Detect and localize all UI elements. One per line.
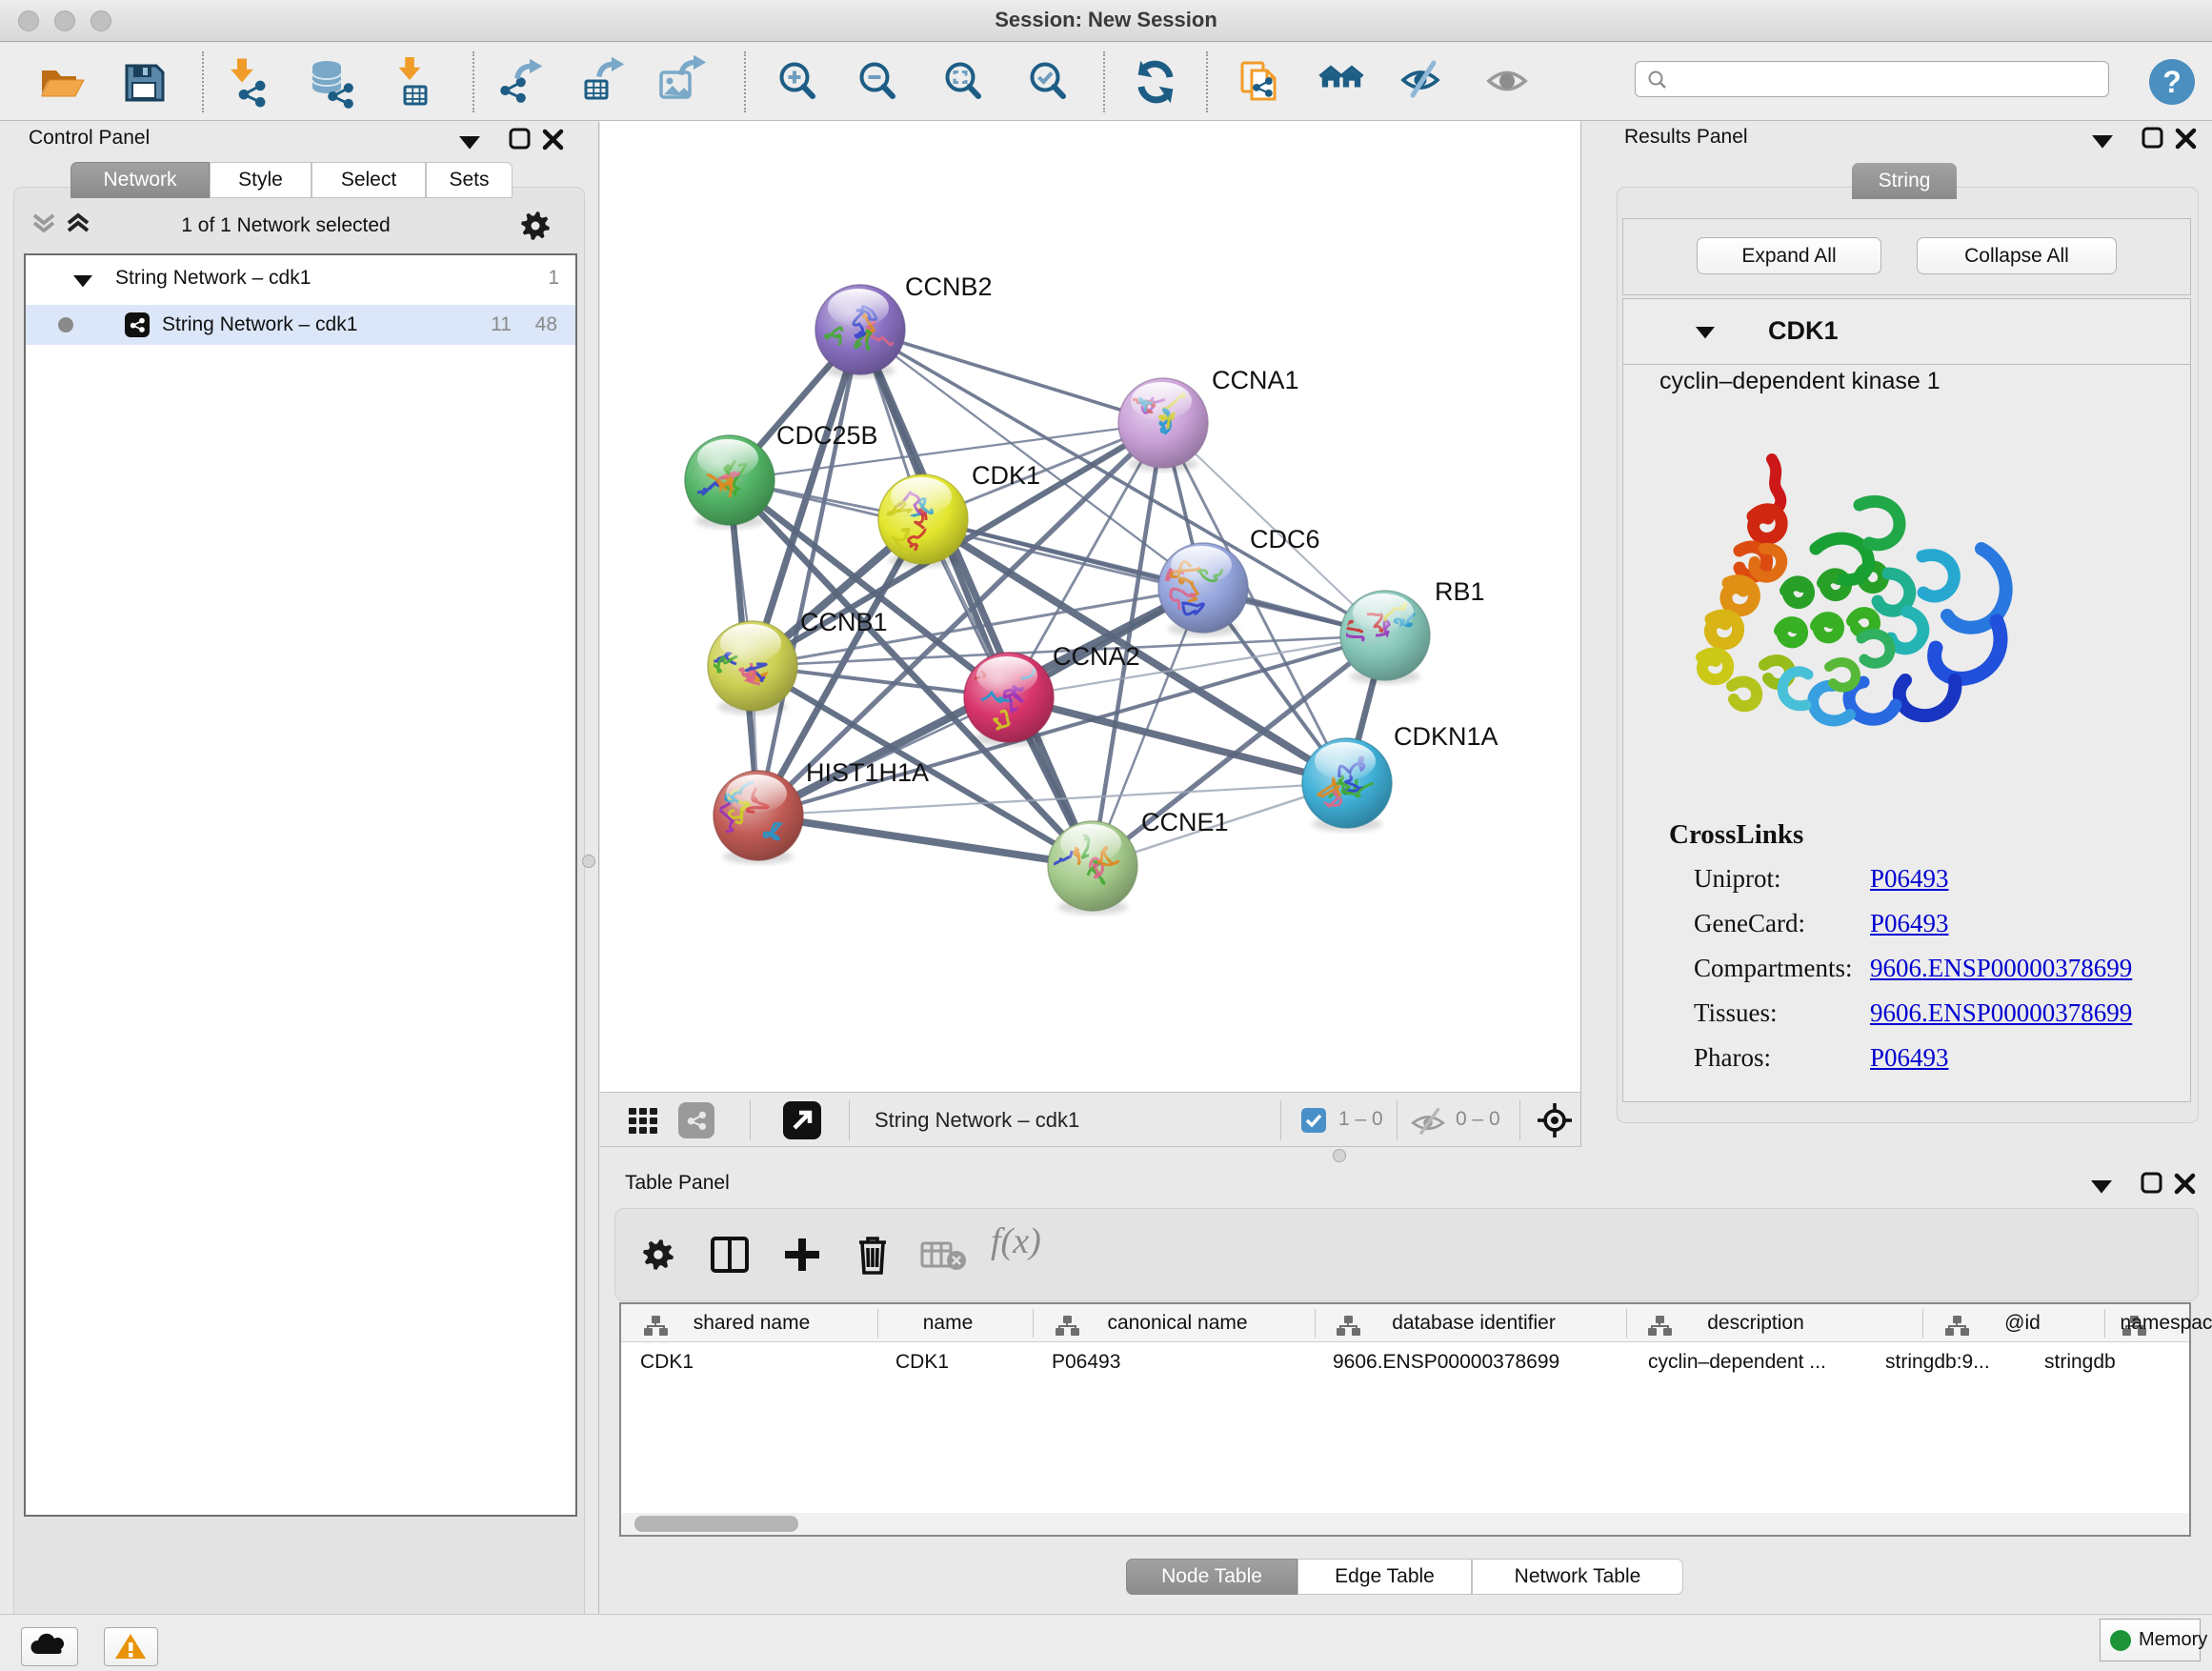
svg-text:RB1: RB1 xyxy=(1435,577,1485,606)
svg-text:CCNB2: CCNB2 xyxy=(905,272,993,301)
svg-text:CDK1: CDK1 xyxy=(972,461,1040,490)
svg-text:CDC25B: CDC25B xyxy=(776,421,878,450)
svg-text:CDC6: CDC6 xyxy=(1250,525,1320,554)
svg-text:CCNE1: CCNE1 xyxy=(1141,808,1229,836)
svg-text:CDKN1A: CDKN1A xyxy=(1394,722,1498,751)
svg-text:HIST1H1A: HIST1H1A xyxy=(806,758,929,787)
svg-text:CCNB1: CCNB1 xyxy=(800,608,888,636)
svg-text:CCNA1: CCNA1 xyxy=(1212,366,1299,394)
svg-text:CCNA2: CCNA2 xyxy=(1053,642,1140,671)
